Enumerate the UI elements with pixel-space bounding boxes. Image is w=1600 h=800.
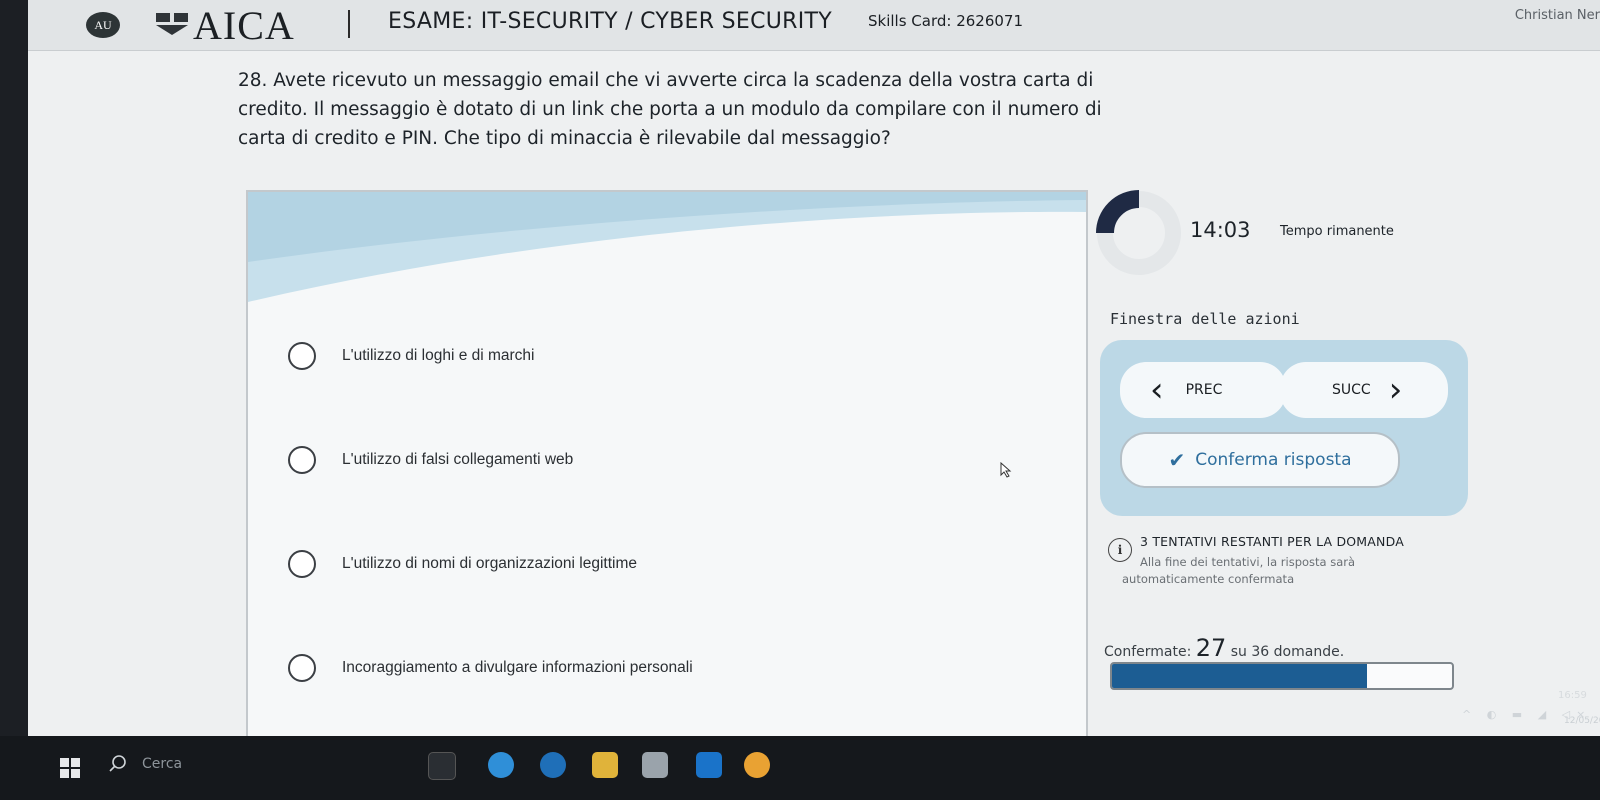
actions-window-title: Finestra delle azioni xyxy=(1110,310,1300,328)
clock-date[interactable]: 12/05/20 xyxy=(1564,716,1600,726)
exam-header: AU AICA ESAME: IT-SECURITY / CYBER SECUR… xyxy=(28,0,1600,51)
file-explorer-icon[interactable] xyxy=(592,752,618,778)
candidate-name: Christian Ner xyxy=(1514,8,1600,23)
progress-bar xyxy=(1110,662,1454,690)
store-icon[interactable] xyxy=(642,752,668,778)
progress-suffix: su 36 domande. xyxy=(1230,644,1345,660)
previous-label: PREC xyxy=(1185,382,1223,398)
radio-button[interactable] xyxy=(288,446,316,474)
radio-button[interactable] xyxy=(288,342,316,370)
timer-value: 14:03 xyxy=(1190,218,1251,242)
next-label: SUCC xyxy=(1332,382,1371,398)
answer-label: L'utilizzo di loghi e di marchi xyxy=(342,347,535,364)
answer-label: L'utilizzo di nomi di organizzazioni leg… xyxy=(342,555,638,572)
previous-button[interactable]: ‹ PREC xyxy=(1120,362,1286,418)
progress-prefix: Confermate: xyxy=(1104,644,1192,660)
windows-taskbar: Cerca xyxy=(0,736,1600,800)
next-button[interactable]: SUCC › xyxy=(1280,362,1448,418)
exam-window: AU AICA ESAME: IT-SECURITY / CYBER SECUR… xyxy=(28,0,1600,736)
panel-wave-decoration xyxy=(248,192,1086,302)
aica-logo: AICA xyxy=(193,3,295,48)
answer-option-4[interactable]: Incoraggiamento a divulgare informazioni… xyxy=(288,654,693,682)
chrome-browser-icon[interactable] xyxy=(744,752,770,778)
header-divider xyxy=(348,10,350,38)
answer-label: Incoraggiamento a divulgare informazioni… xyxy=(342,659,693,676)
confirmed-count: 27 xyxy=(1195,634,1227,662)
radio-button[interactable] xyxy=(288,654,316,682)
chevron-right-icon: › xyxy=(1388,370,1403,410)
task-view-icon[interactable] xyxy=(428,752,456,780)
skills-card-number: Skills Card: 2626071 xyxy=(868,12,1024,30)
edge-browser-icon[interactable] xyxy=(488,752,514,778)
chevron-left-icon: ‹ xyxy=(1150,370,1164,410)
exam-title: ESAME: IT-SECURITY / CYBER SECURITY xyxy=(388,9,833,34)
au-badge: AU xyxy=(86,12,120,38)
confirm-answer-label: Conferma risposta xyxy=(1195,450,1352,470)
timer-ring-icon xyxy=(1096,190,1181,275)
answer-option-1[interactable]: L'utilizzo di loghi e di marchi xyxy=(288,342,535,370)
search-icon[interactable] xyxy=(108,754,128,774)
mail-icon[interactable] xyxy=(696,752,722,778)
clock-time[interactable]: 16:59 xyxy=(1558,690,1587,701)
radio-button[interactable] xyxy=(288,550,316,578)
answers-panel: L'utilizzo di loghi e di marchi L'utiliz… xyxy=(246,190,1088,736)
timer-label: Tempo rimanente xyxy=(1280,224,1394,239)
answer-option-2[interactable]: L'utilizzo di falsi collegamenti web xyxy=(288,446,573,474)
answer-option-3[interactable]: L'utilizzo di nomi di organizzazioni leg… xyxy=(288,550,637,578)
attempts-remaining: 3 TENTATIVI RESTANTI PER LA DOMANDA xyxy=(1140,534,1404,549)
answer-label: L'utilizzo di falsi collegamenti web xyxy=(342,451,574,468)
aica-logo-mark xyxy=(156,13,188,35)
internet-explorer-icon[interactable] xyxy=(540,752,566,778)
attempts-note: Alla fine dei tentativi, la risposta sar… xyxy=(1122,555,1356,586)
checkmark-icon: ✔ xyxy=(1168,448,1186,472)
question-text: 28. Avete ricevuto un messaggio email ch… xyxy=(238,70,1102,149)
progress-bar-fill xyxy=(1112,664,1367,688)
taskbar-search-label[interactable]: Cerca xyxy=(142,756,182,772)
confirm-answer-button[interactable]: ✔ Conferma risposta xyxy=(1120,432,1400,488)
windows-start-icon[interactable] xyxy=(60,758,80,778)
progress-text: Confermate: 27 su 36 domande. xyxy=(1104,634,1344,662)
mouse-cursor-icon xyxy=(1000,462,1012,478)
